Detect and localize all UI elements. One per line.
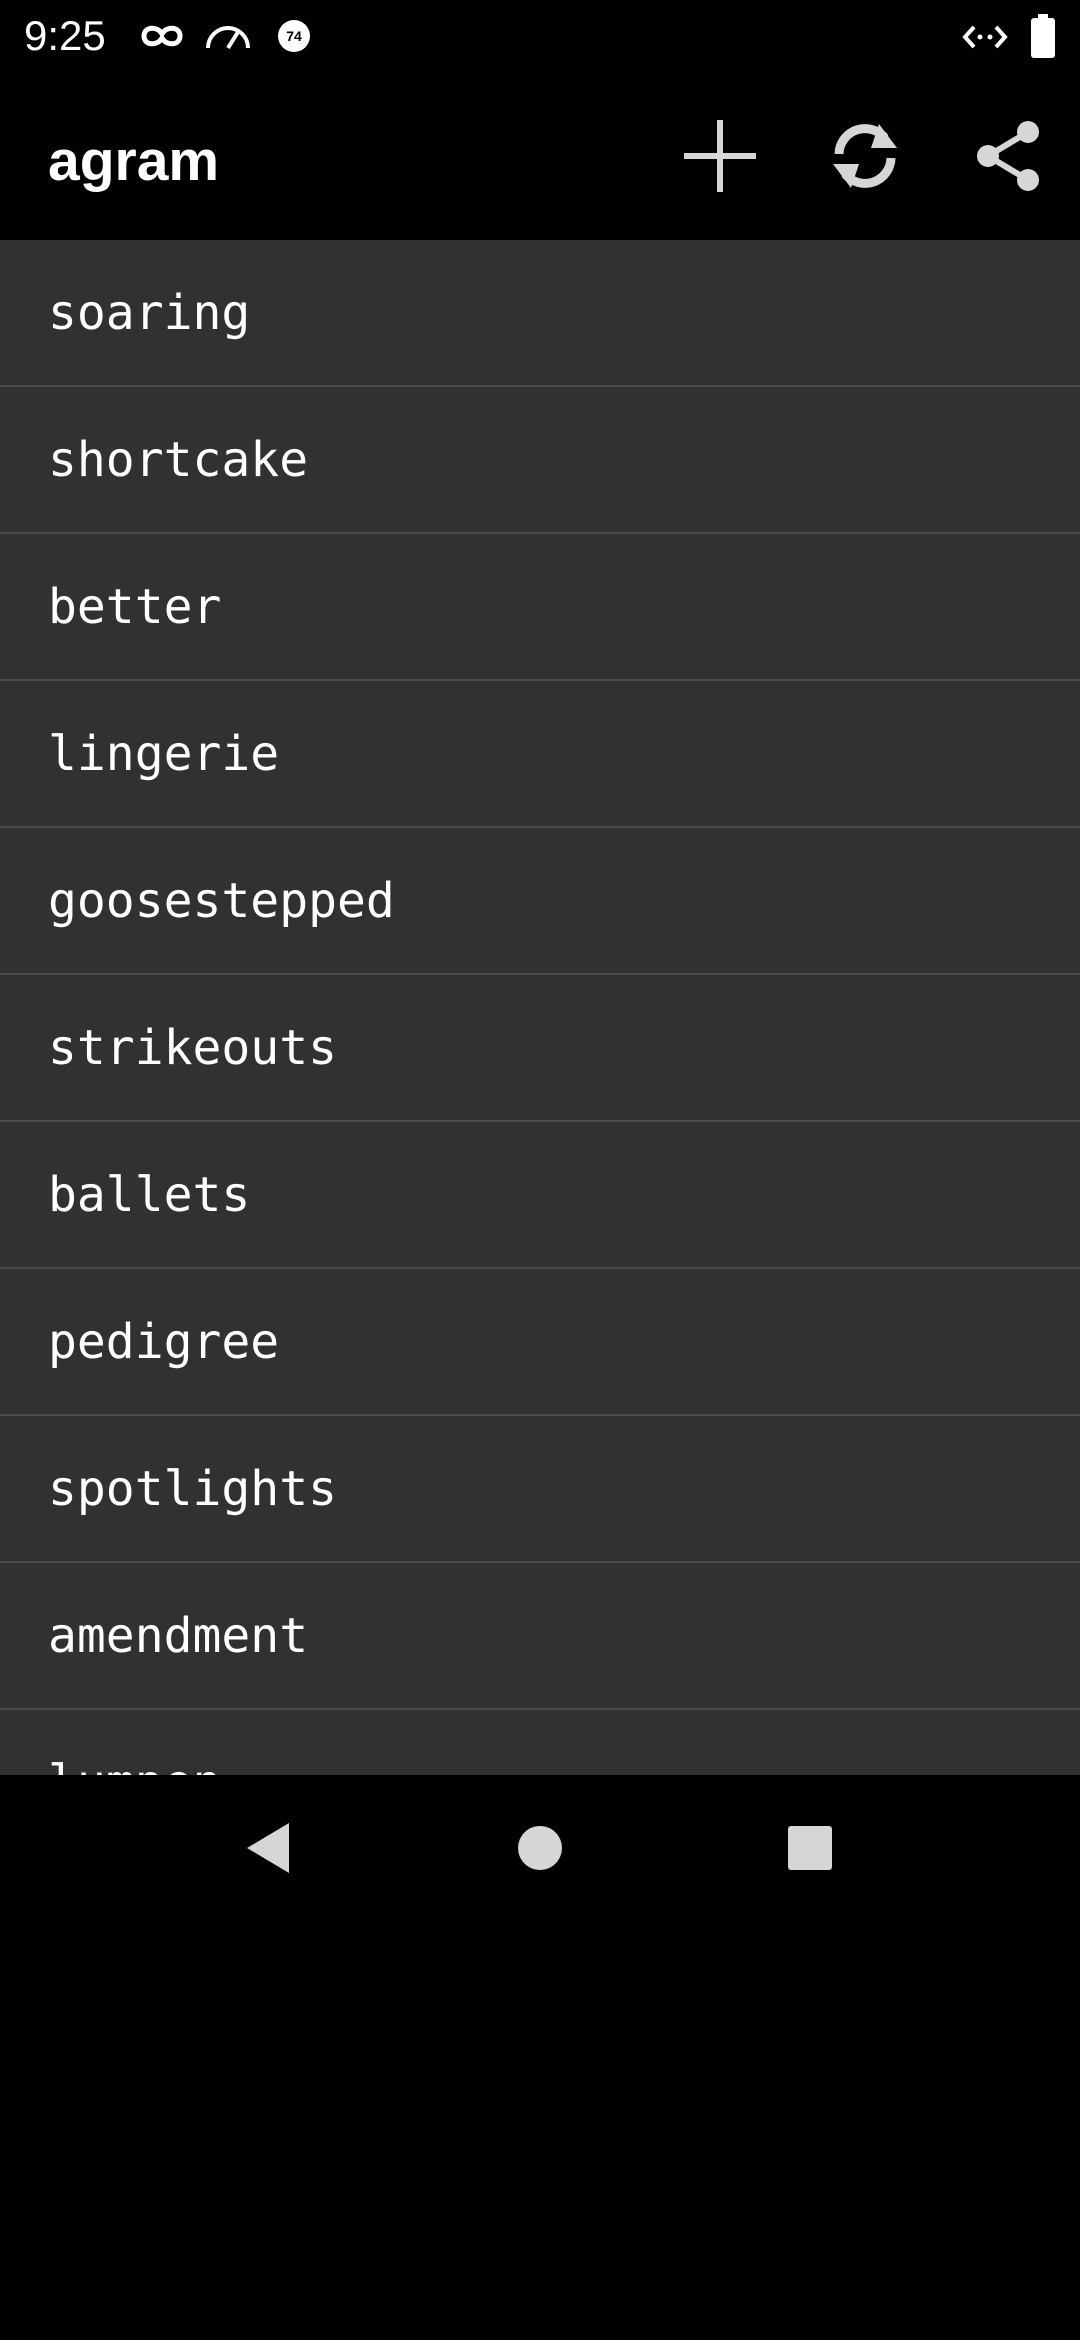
- plus-icon: [680, 116, 760, 201]
- code-icon: [962, 22, 1008, 57]
- list-item-label: spotlights: [48, 1460, 337, 1517]
- list-item[interactable]: spotlights: [0, 1416, 1080, 1563]
- share-icon: [972, 120, 1044, 197]
- list-item[interactable]: better: [0, 534, 1080, 681]
- status-time: 9:25: [24, 12, 106, 59]
- refresh-button[interactable]: [815, 108, 915, 208]
- speedometer-icon: [204, 18, 252, 57]
- list-item-label: lingerie: [48, 725, 280, 782]
- app-title: agram: [48, 129, 220, 193]
- list-item-label: goosestepped: [48, 872, 395, 929]
- list-item[interactable]: ballets: [0, 1122, 1080, 1269]
- navigation-bar: [0, 1775, 1080, 1925]
- list-item-label: amendment: [48, 1607, 309, 1664]
- add-button[interactable]: [670, 108, 770, 208]
- battery-icon: [1030, 14, 1056, 63]
- list-item-label: ballets: [48, 1166, 251, 1223]
- list-item-label: lumpen: [48, 1755, 221, 1776]
- list-item-label: pedigree: [48, 1313, 280, 1370]
- refresh-icon: [827, 118, 903, 199]
- list-item[interactable]: goosestepped: [0, 828, 1080, 975]
- empty-black-area: [0, 1925, 1080, 2340]
- incognito-icon: [140, 20, 184, 57]
- list-item-label: better: [48, 578, 222, 635]
- list-item[interactable]: strikeouts: [0, 975, 1080, 1122]
- list-item-label: strikeouts: [48, 1019, 337, 1076]
- back-button[interactable]: [218, 1800, 318, 1900]
- list-item[interactable]: amendment: [0, 1563, 1080, 1710]
- list-item[interactable]: lumpen: [0, 1710, 1080, 1775]
- share-button[interactable]: [958, 108, 1058, 208]
- list-item[interactable]: shortcake: [0, 387, 1080, 534]
- list-item-label: shortcake: [48, 431, 309, 488]
- recents-square-icon: [787, 1825, 833, 1876]
- app-bar: agram: [0, 72, 1080, 240]
- badge-number: 74: [286, 28, 302, 44]
- list-item[interactable]: soaring: [0, 240, 1080, 387]
- home-button[interactable]: [490, 1800, 590, 1900]
- back-triangle-icon: [243, 1820, 293, 1881]
- list-item-label: soaring: [48, 284, 251, 341]
- badge-icon: 74: [276, 18, 312, 59]
- status-bar: 9:25 74: [0, 0, 1080, 72]
- recents-button[interactable]: [760, 1800, 860, 1900]
- word-list[interactable]: soaring shortcake better lingerie gooses…: [0, 240, 1080, 1775]
- list-item[interactable]: lingerie: [0, 681, 1080, 828]
- home-circle-icon: [517, 1825, 563, 1876]
- list-item[interactable]: pedigree: [0, 1269, 1080, 1416]
